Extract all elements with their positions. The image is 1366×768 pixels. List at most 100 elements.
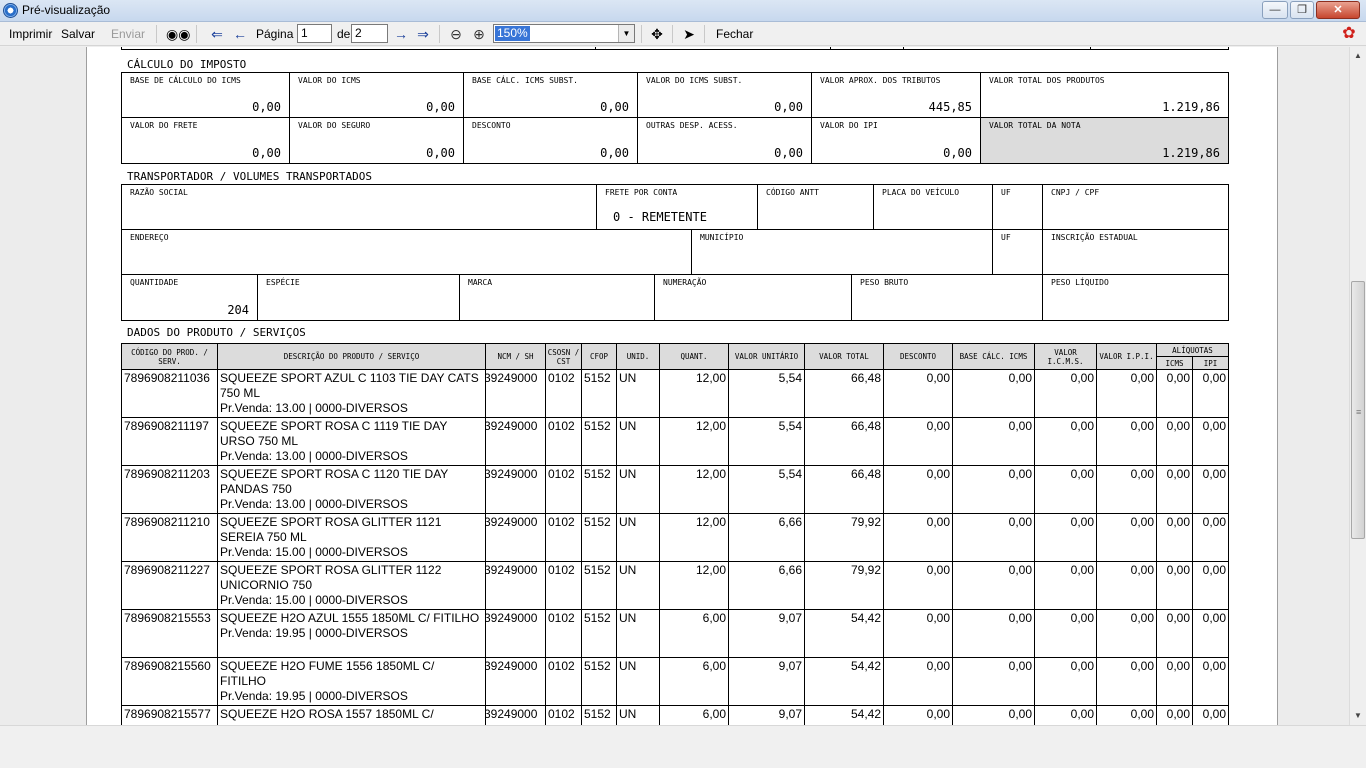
total-invoice-cell: VALOR TOTAL DA NOTA 1.219,86: [981, 118, 1228, 163]
table-row: 7896908215577 SQUEEZE H2O ROSA 1557 1850M…: [121, 705, 1229, 725]
cell-cfop: 5152: [581, 465, 617, 514]
transport-cell: PESO LÍQUIDO: [1051, 278, 1109, 287]
cell-vtotal: 54,42: [804, 657, 884, 706]
cell-base: 0,00: [952, 561, 1035, 610]
cell-vipi: 0,00: [1096, 369, 1157, 418]
quantity-cell: QUANTIDADE 204: [122, 275, 258, 320]
tax-cell: VALOR TOTAL DOS PRODUTOS 1.219,86: [981, 73, 1228, 118]
header-cfop: CFOP: [581, 343, 617, 370]
header-desc: DESCRIÇÃO DO PRODUTO / SERVIÇO: [217, 343, 486, 370]
cell-base: 0,00: [952, 513, 1035, 562]
toolbar-separator: [641, 25, 642, 43]
cell-vtotal: 54,42: [804, 609, 884, 658]
scroll-up-icon[interactable]: ▲: [1350, 47, 1366, 64]
cell-vtotal: 66,48: [804, 417, 884, 466]
cell-cfop: 5152: [581, 609, 617, 658]
cell-base: 0,00: [952, 417, 1035, 466]
header-code: CÓDIGO DO PROD. / SERV.: [121, 343, 218, 370]
vertical-scrollbar[interactable]: ▲ ≡ ▼: [1349, 47, 1366, 725]
fit-page-icon[interactable]: ✥: [648, 25, 666, 43]
cell-vipi: 0,00: [1096, 705, 1157, 725]
toolbar-separator: [196, 25, 197, 43]
product-sale-price-note: Pr.Venda: 19.95 | 0000-DIVERSOS: [220, 626, 408, 640]
product-sale-price-note: Pr.Venda: 15.00 | 0000-DIVERSOS: [220, 593, 408, 607]
cell-desc: SQUEEZE SPORT ROSA C 1120 TIE DAY PANDAS…: [217, 465, 486, 514]
cell-ipi: 0,00: [1192, 705, 1229, 725]
cell-ipi: 0,00: [1192, 417, 1229, 466]
close-window-button[interactable]: ✕: [1316, 1, 1360, 19]
first-page-icon[interactable]: ⇐: [208, 25, 226, 43]
previous-block: [121, 47, 1229, 50]
cell-code: 7896908215560: [121, 657, 218, 706]
tax-cell: VALOR DO ICMS SUBST. 0,00: [638, 73, 812, 118]
cell-desc: SQUEEZE H2O FUME 1556 1850ML C/ FITILHO P…: [217, 657, 486, 706]
product-sale-price-note: Pr.Venda: 13.00 | 0000-DIVERSOS: [220, 401, 408, 415]
tax-cell: DESCONTO 0,00: [464, 118, 638, 163]
cell-ncm: 39249000: [485, 369, 546, 418]
next-page-icon[interactable]: →: [392, 25, 410, 43]
page-of-label: de: [337, 27, 351, 41]
last-page-icon[interactable]: ⇒: [414, 25, 432, 43]
cell-ncm: 39249000: [485, 705, 546, 725]
send-button[interactable]: Enviar: [111, 27, 145, 41]
previous-page-icon[interactable]: ←: [231, 25, 249, 43]
cell-icms: 0,00: [1156, 609, 1193, 658]
cell-code: 7896908211210: [121, 513, 218, 562]
transport-cell: PLACA DO VEÍCULO: [874, 185, 993, 230]
tax-cell: OUTRAS DESP. ACESS. 0,00: [638, 118, 812, 163]
tax-cell: BASE DE CÁLCULO DO ICMS 0,00: [122, 73, 290, 118]
cell-vunit: 5,54: [728, 369, 805, 418]
cell-icms: 0,00: [1156, 561, 1193, 610]
tax-cell: VALOR DO IPI 0,00: [812, 118, 981, 163]
zoom-out-icon[interactable]: ⊖: [447, 25, 465, 43]
zoom-select[interactable]: 150% ▼: [493, 24, 635, 43]
maximize-button[interactable]: ❐: [1290, 1, 1314, 19]
cell-vtotal: 66,48: [804, 369, 884, 418]
cell-cfop: 5152: [581, 417, 617, 466]
page-input[interactable]: 1: [297, 24, 332, 43]
cell-code: 7896908215553: [121, 609, 218, 658]
cell-quant: 12,00: [659, 417, 729, 466]
cell-quant: 6,00: [659, 609, 729, 658]
transport-cell: RAZÃO SOCIAL: [122, 185, 597, 230]
cell-unid: UN: [616, 417, 660, 466]
cell-unid: UN: [616, 561, 660, 610]
print-button[interactable]: Imprimir: [9, 27, 52, 41]
chevron-down-icon[interactable]: ▼: [618, 25, 634, 42]
table-row: 7896908211036 SQUEEZE SPORT AZUL C 1103 T…: [121, 369, 1229, 418]
zoom-in-icon[interactable]: ⊕: [470, 25, 488, 43]
product-sale-price-note: Pr.Venda: 13.00 | 0000-DIVERSOS: [220, 449, 408, 463]
status-area: [0, 725, 1366, 768]
products-header-row: CÓDIGO DO PROD. / SERV. DESCRIÇÃO DO PRO…: [121, 343, 1229, 370]
header-ipi: IPI: [1192, 356, 1229, 370]
pointer-icon[interactable]: ➤: [680, 25, 698, 43]
cell-cfop: 5152: [581, 657, 617, 706]
product-description: SQUEEZE SPORT AZUL C 1103 TIE DAY CATS 7…: [220, 371, 479, 400]
binoculars-icon[interactable]: ◉◉: [166, 25, 190, 43]
cell-quant: 6,00: [659, 657, 729, 706]
save-button[interactable]: Salvar: [61, 27, 95, 41]
preview-workspace[interactable]: CÁLCULO DO IMPOSTO BASE DE CÁLCULO DO IC…: [0, 47, 1349, 725]
cell-icms: 0,00: [1156, 465, 1193, 514]
cell-cfop: 5152: [581, 513, 617, 562]
cell-vicms: 0,00: [1034, 417, 1097, 466]
cell-vipi: 0,00: [1096, 465, 1157, 514]
tax-section-title: CÁLCULO DO IMPOSTO: [127, 58, 247, 71]
cell-vunit: 9,07: [728, 657, 805, 706]
cell-desc: SQUEEZE SPORT ROSA C 1119 TIE DAY URSO 7…: [217, 417, 486, 466]
table-row: 7896908211210 SQUEEZE SPORT ROSA GLITTER …: [121, 513, 1229, 562]
title-bar: Pré-visualização — ❐ ✕: [0, 0, 1366, 22]
cell-quant: 6,00: [659, 705, 729, 725]
cell-unid: UN: [616, 609, 660, 658]
cell-ncm: 39249000: [485, 657, 546, 706]
scroll-down-icon[interactable]: ▼: [1350, 707, 1366, 724]
cell-csosn: 0102: [545, 369, 582, 418]
cell-desconto: 0,00: [883, 705, 953, 725]
minimize-button[interactable]: —: [1262, 1, 1288, 19]
cell-quant: 12,00: [659, 561, 729, 610]
close-preview-button[interactable]: Fechar: [716, 27, 753, 41]
cell-cfop: 5152: [581, 705, 617, 725]
cell-csosn: 0102: [545, 609, 582, 658]
scroll-thumb[interactable]: ≡: [1351, 281, 1365, 539]
header-vunit: VALOR UNITÁRIO: [728, 343, 805, 370]
